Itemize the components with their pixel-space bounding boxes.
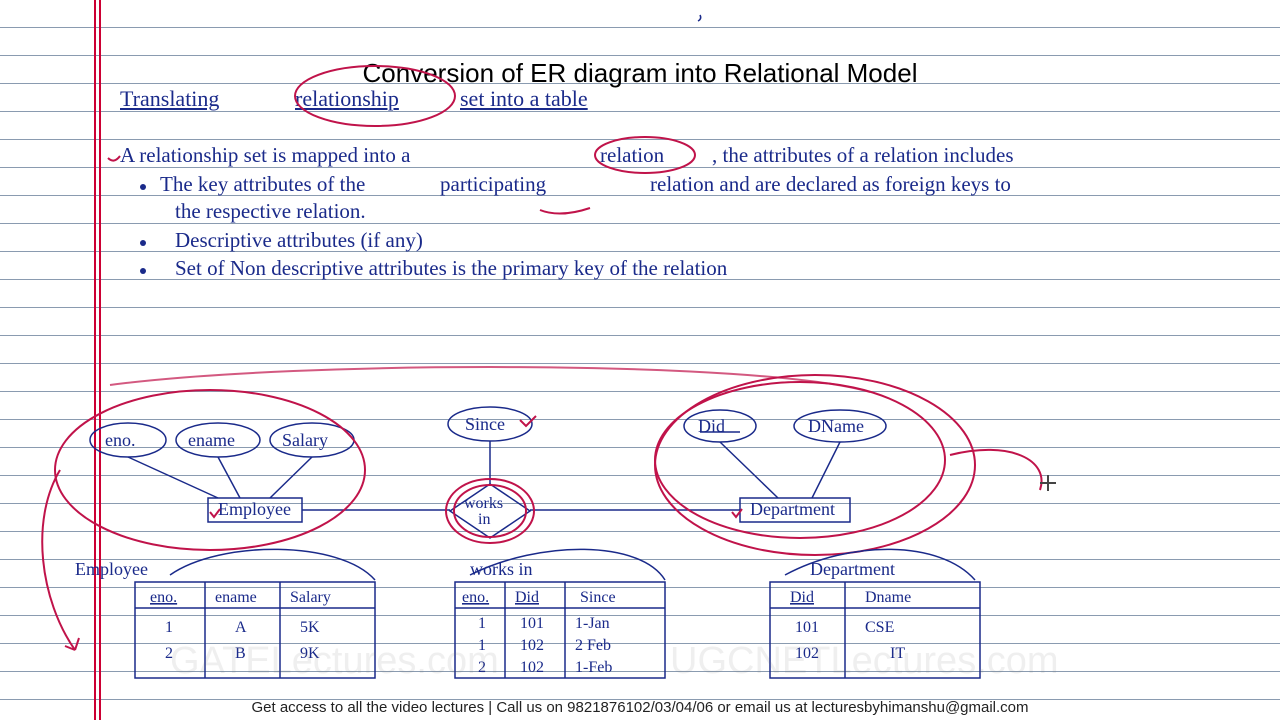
line1c: , the attributes of a relation includes — [712, 143, 1014, 168]
bullet-icon — [140, 184, 146, 190]
line4: Descriptive attributes (if any) — [175, 228, 423, 253]
bullet-icon — [140, 240, 146, 246]
line5: Set of Non descriptive attributes is the… — [175, 256, 727, 281]
line2a: The key attributes of the — [160, 172, 365, 197]
line3: the respective relation. — [175, 199, 366, 224]
heading-part3: set into a table — [460, 86, 588, 112]
heading-part1: Translating — [120, 86, 219, 112]
heading-part2: relationship — [295, 86, 399, 112]
footer-text: Get access to all the video lectures | C… — [0, 699, 1280, 716]
bullet-icon — [140, 268, 146, 274]
page-title: Conversion of ER diagram into Relational… — [0, 58, 1280, 89]
line2c: relation and are declared as foreign key… — [650, 172, 1011, 197]
line1a: A relationship set is mapped into a — [120, 143, 410, 168]
line1b: relation — [600, 143, 664, 168]
watermark-left: GATELectures.com — [170, 640, 499, 683]
crosshair-cursor-icon — [1040, 475, 1056, 491]
line2b: participating — [440, 172, 546, 197]
margin-line — [99, 0, 101, 720]
watermark-right: UGCNETLectures.com — [670, 640, 1059, 683]
margin-line — [94, 0, 96, 720]
